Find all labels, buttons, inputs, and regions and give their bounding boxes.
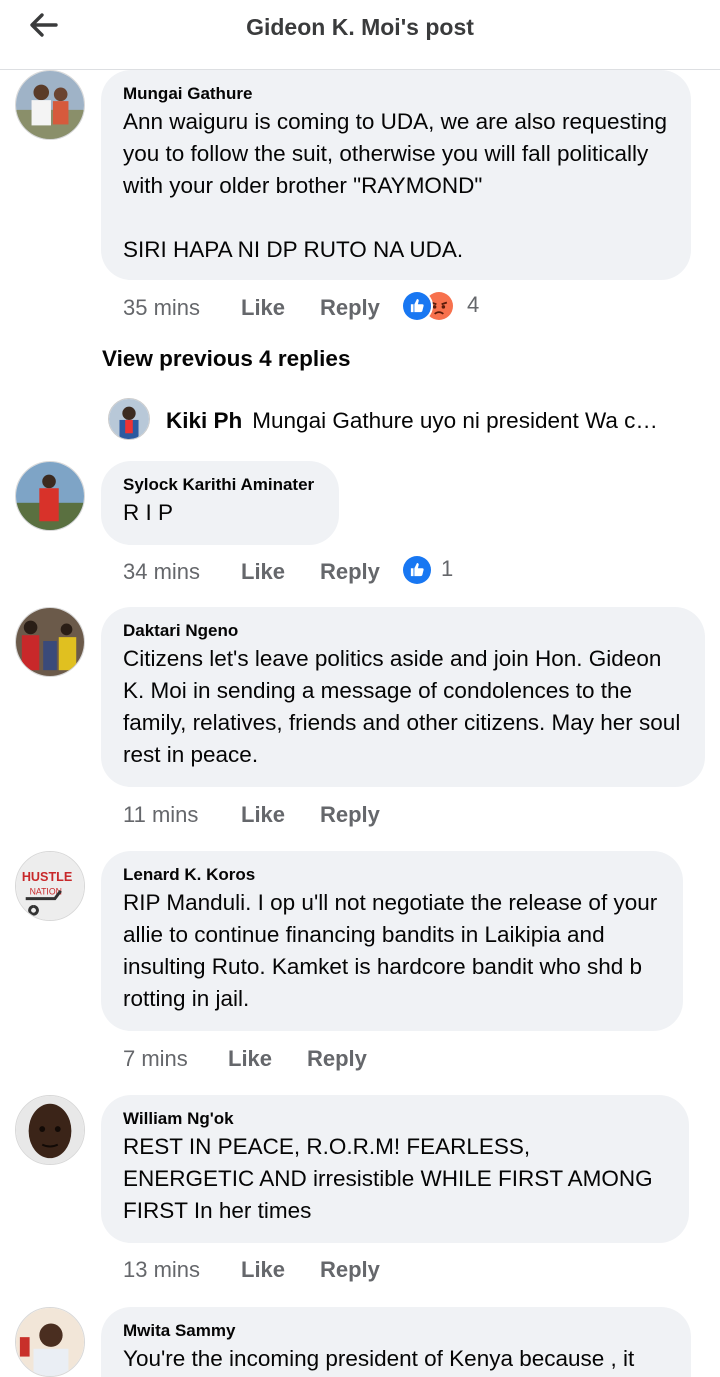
reply-text: Mungai Gathure uyo ni president Wa c… [252,408,658,433]
avatar[interactable]: HUSTLE NATION [15,851,85,921]
reactions[interactable]: 1 [401,554,481,588]
comment-time: 7 mins [123,1046,188,1071]
page-title: Gideon K. Moi's post [246,14,474,40]
avatar[interactable] [15,607,85,677]
comment-text: R I P [123,500,174,525]
comment-text: Citizens let's leave politics aside and … [123,646,687,767]
like-button[interactable]: Like [228,1044,272,1074]
comment-text: Ann waiguru is coming to UDA, we are als… [123,109,668,262]
svg-text:HUSTLE: HUSTLE [22,870,72,884]
comment-author[interactable]: Daktari Ngeno [123,621,683,641]
avatar[interactable] [15,1095,85,1165]
comment-text: RIP Manduli. I op u'll not negotiate the… [123,890,664,1011]
reply-button[interactable]: Reply [320,800,380,830]
like-reaction-icon [401,554,433,586]
comment-actions: 11 mins Like Reply [123,800,683,830]
avatar[interactable] [15,70,85,140]
like-button[interactable]: Like [241,800,285,830]
comment-author[interactable]: Lenard K. Koros [123,865,661,885]
comment-bubble: Lenard K. Koros RIP Manduli. I op u'll n… [101,851,683,1031]
avatar[interactable] [15,1307,85,1377]
comment-actions: 35 mins Like Reply 4 [123,290,683,324]
comment-bubble: Mwita Sammy You're the incoming presiden… [101,1307,691,1377]
avatar[interactable] [15,461,85,531]
like-reaction-icon [401,290,433,322]
comment-text: REST IN PEACE, R.O.R.M! FEARLESS, ENERGE… [123,1134,659,1223]
comment-bubble: Mungai Gathure Ann waiguru is coming to … [101,70,691,280]
comment-bubble: Daktari Ngeno Citizens let's leave polit… [101,607,705,787]
comment-actions: 34 mins Like Reply 1 [123,554,683,588]
reply-button[interactable]: Reply [307,1044,367,1074]
like-button[interactable]: Like [241,557,285,587]
reactions[interactable]: 4 [401,290,511,324]
comment-time: 13 mins [123,1257,201,1282]
reply-button[interactable]: Reply [320,1255,380,1285]
comment-author[interactable]: William Ng'ok [123,1109,667,1129]
reply-snippet: Kiki Ph Mungai Gathure uyo ni president W… [166,408,706,434]
view-previous-replies[interactable]: View previous 4 replies [102,346,350,372]
comment-time: 35 mins [123,295,201,320]
comment-bubble: William Ng'ok REST IN PEACE, R.O.R.M! FE… [101,1095,689,1243]
comment-time: 11 mins [123,802,199,827]
comment-text: You're the incoming president of Kenya b… [123,1346,635,1371]
reply-preview[interactable]: Kiki Ph Mungai Gathure uyo ni president W… [108,398,708,442]
comment-time: 34 mins [123,559,201,584]
reaction-count: 1 [441,556,454,581]
like-button[interactable]: Like [241,293,285,323]
comment-author[interactable]: Mwita Sammy [123,1321,669,1341]
comment-actions: 7 mins Like Reply [123,1044,683,1074]
post-header: Gideon K. Moi's post [0,0,720,70]
reply-button[interactable]: Reply [320,557,380,587]
reply-author[interactable]: Kiki Ph [166,408,242,433]
like-button[interactable]: Like [241,1255,285,1285]
comment-author[interactable]: Sylock Karithi Aminater [123,475,317,495]
comment-actions: 13 mins Like Reply [123,1255,683,1285]
comment-author[interactable]: Mungai Gathure [123,84,669,104]
reply-button[interactable]: Reply [320,293,380,323]
comment-bubble: Sylock Karithi Aminater R I P [101,461,339,545]
avatar[interactable] [108,398,150,440]
reaction-count: 4 [467,292,480,317]
